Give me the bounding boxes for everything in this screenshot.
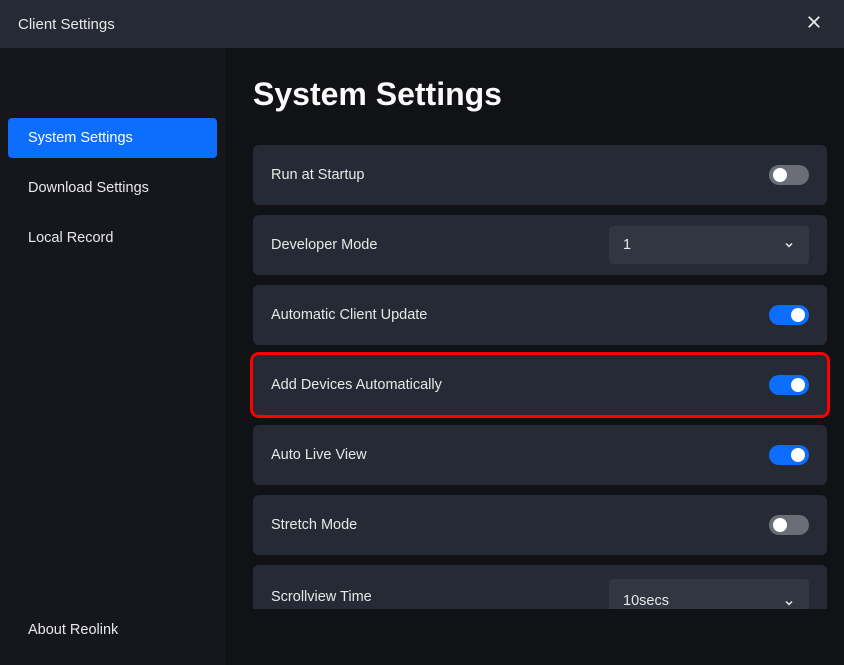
sidebar-item-label: Local Record bbox=[28, 230, 113, 246]
setting-row-scrollview-time: Scrollview Time 10secs bbox=[253, 565, 827, 609]
toggle-knob bbox=[791, 308, 805, 322]
sidebar-footer-label: About Reolink bbox=[28, 622, 118, 638]
setting-row-run-at-startup: Run at Startup bbox=[253, 145, 827, 205]
setting-label: Automatic Client Update bbox=[271, 307, 427, 323]
setting-label: Stretch Mode bbox=[271, 517, 357, 533]
sidebar-item-label: Download Settings bbox=[28, 180, 149, 196]
main-panel: System Settings Run at Startup Developer… bbox=[225, 48, 844, 665]
setting-label: Developer Mode bbox=[271, 237, 377, 253]
toggle-knob bbox=[791, 378, 805, 392]
sidebar: System Settings Download Settings Local … bbox=[0, 48, 225, 665]
header: Client Settings bbox=[0, 0, 844, 48]
sidebar-footer-about[interactable]: About Reolink bbox=[8, 605, 217, 655]
setting-row-add-devices-automatically: Add Devices Automatically bbox=[253, 355, 827, 415]
setting-label: Scrollview Time bbox=[271, 589, 372, 609]
toggle-add-devices-automatically[interactable] bbox=[769, 375, 809, 395]
toggle-automatic-client-update[interactable] bbox=[769, 305, 809, 325]
chevron-down-icon bbox=[783, 597, 795, 609]
toggle-knob bbox=[791, 448, 805, 462]
select-value: 1 bbox=[623, 237, 631, 253]
setting-row-developer-mode: Developer Mode 1 bbox=[253, 215, 827, 275]
setting-row-stretch-mode: Stretch Mode bbox=[253, 495, 827, 555]
setting-label: Add Devices Automatically bbox=[271, 377, 442, 393]
toggle-auto-live-view[interactable] bbox=[769, 445, 809, 465]
sidebar-item-system-settings[interactable]: System Settings bbox=[8, 118, 217, 158]
setting-label: Auto Live View bbox=[271, 447, 367, 463]
select-scrollview-time[interactable]: 10secs bbox=[609, 579, 809, 609]
sidebar-item-local-record[interactable]: Local Record bbox=[8, 218, 217, 258]
chevron-down-icon bbox=[783, 239, 795, 251]
close-icon bbox=[805, 13, 823, 36]
header-title: Client Settings bbox=[18, 16, 115, 33]
setting-row-auto-live-view: Auto Live View bbox=[253, 425, 827, 485]
close-button[interactable] bbox=[802, 12, 826, 36]
toggle-stretch-mode[interactable] bbox=[769, 515, 809, 535]
select-developer-mode[interactable]: 1 bbox=[609, 226, 809, 264]
toggle-run-at-startup[interactable] bbox=[769, 165, 809, 185]
toggle-knob bbox=[773, 518, 787, 532]
page-title: System Settings bbox=[253, 76, 827, 113]
sidebar-item-label: System Settings bbox=[28, 130, 133, 146]
select-value: 10secs bbox=[623, 593, 669, 609]
setting-label: Run at Startup bbox=[271, 167, 365, 183]
setting-row-automatic-client-update: Automatic Client Update bbox=[253, 285, 827, 345]
sidebar-item-download-settings[interactable]: Download Settings bbox=[8, 168, 217, 208]
toggle-knob bbox=[773, 168, 787, 182]
